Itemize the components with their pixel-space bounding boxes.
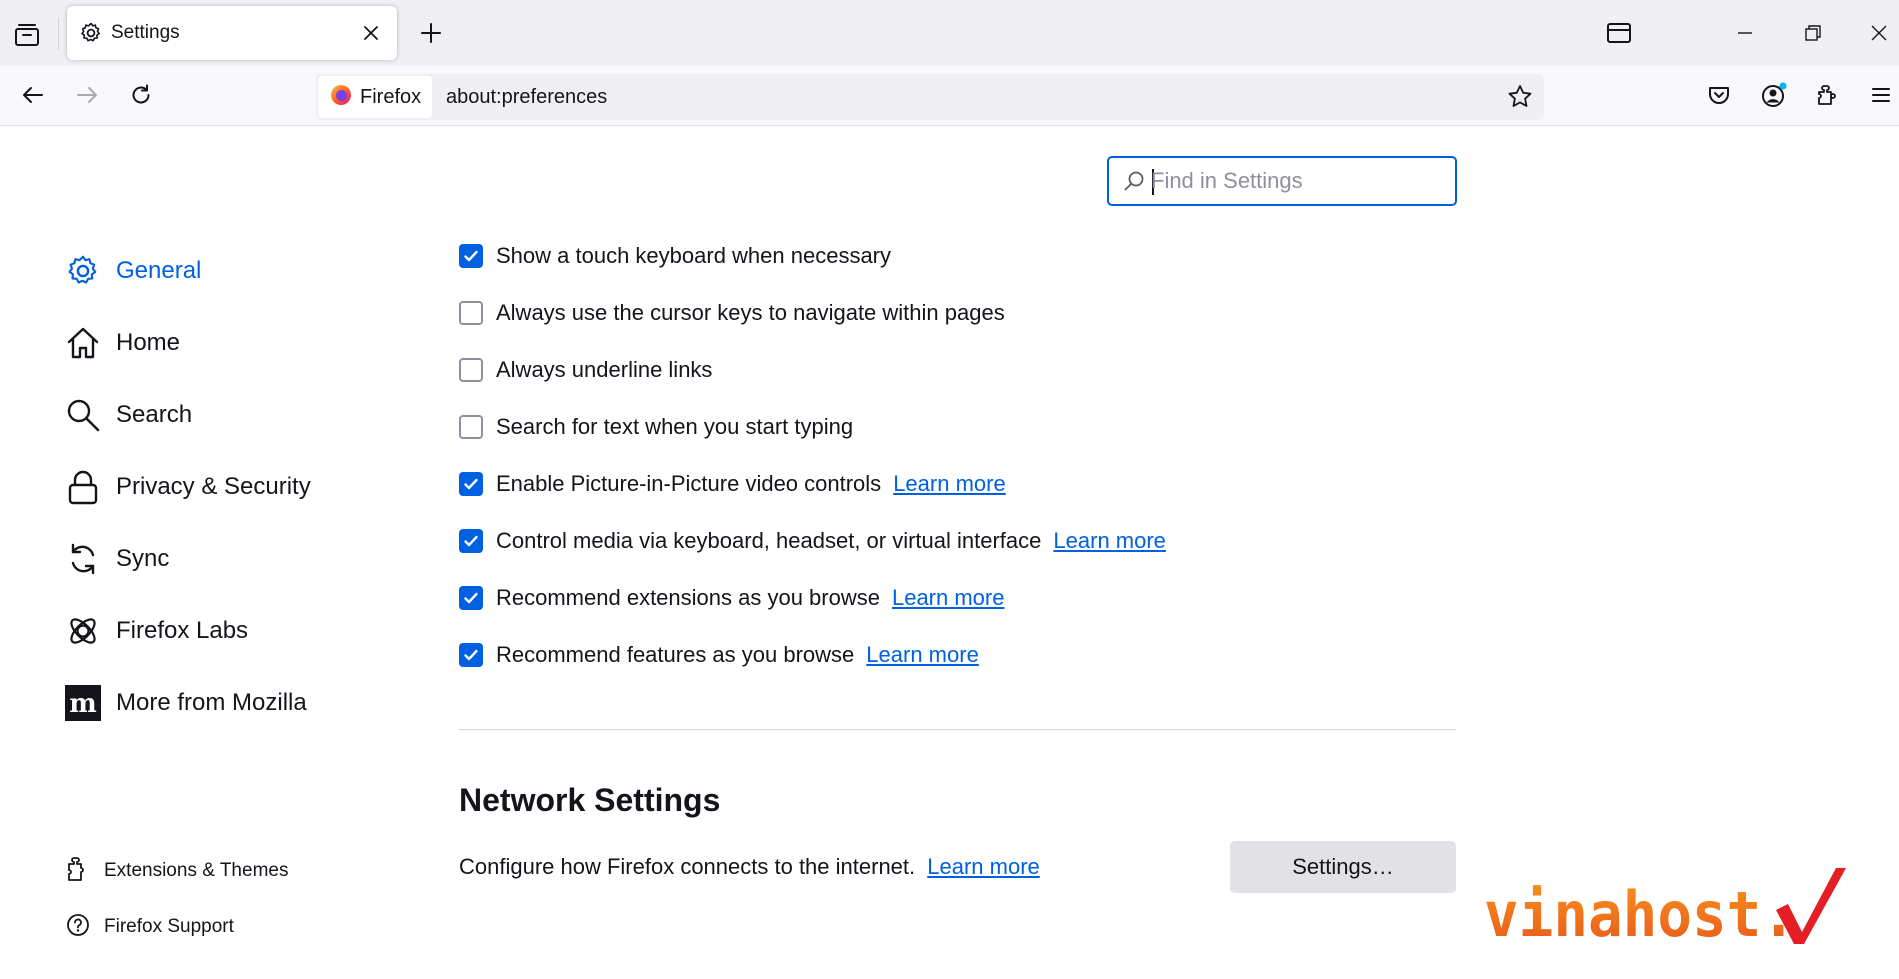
reload-icon[interactable]	[126, 80, 156, 110]
address-bar[interactable]: Firefox about:preferences	[316, 74, 1544, 120]
extensions-icon[interactable]	[1812, 80, 1842, 110]
tab-strip: Settings	[0, 0, 1899, 66]
url-text[interactable]: about:preferences	[446, 85, 607, 109]
sidebar-item-label: Home	[116, 329, 181, 356]
option-label: Control media via keyboard, headset, or …	[496, 528, 1042, 553]
option-label: Recommend features as you browse	[496, 642, 855, 667]
help-icon	[66, 913, 90, 942]
learn-more-link[interactable]: Learn more	[866, 642, 979, 668]
search-icon	[1123, 170, 1145, 192]
search-icon	[64, 396, 102, 434]
option-label: Always use the cursor keys to navigate w…	[496, 300, 1005, 325]
identity-box[interactable]: Firefox	[318, 76, 432, 118]
option-recommend-extensions[interactable]: Recommend extensions as you browse Learn…	[459, 583, 1004, 613]
pocket-icon[interactable]	[1704, 80, 1734, 110]
search-input[interactable]	[1151, 166, 1441, 196]
checkbox-unchecked[interactable]	[459, 301, 483, 325]
network-learn-more-link[interactable]: Learn more	[927, 854, 1040, 879]
close-tab-icon[interactable]	[359, 21, 383, 45]
checkbox-unchecked[interactable]	[459, 415, 483, 439]
tab-title: Settings	[111, 22, 180, 43]
tab-separator	[58, 18, 59, 50]
option-label: Search for text when you start typing	[496, 414, 854, 439]
checkbox-checked[interactable]	[459, 586, 483, 610]
close-window-icon[interactable]	[1864, 18, 1894, 48]
sidebar-item-home[interactable]: Home	[64, 321, 180, 365]
firefox-logo-icon	[330, 84, 352, 111]
option-underline-links[interactable]: Always underline links	[459, 355, 712, 385]
home-icon	[64, 324, 102, 362]
sidebar-item-more-from-mozilla[interactable]: m More from Mozilla	[64, 681, 307, 725]
option-label: Show a touch keyboard when necessary	[496, 243, 892, 268]
back-icon[interactable]	[18, 80, 48, 110]
learn-more-link[interactable]: Learn more	[893, 471, 1006, 497]
find-in-settings-field[interactable]	[1107, 156, 1457, 206]
tab-list-icon[interactable]	[10, 20, 44, 50]
checkbox-checked[interactable]	[459, 472, 483, 496]
restore-icon[interactable]	[1798, 18, 1828, 48]
checkbox-checked[interactable]	[459, 244, 483, 268]
option-label: Always underline links	[496, 357, 713, 382]
network-settings-heading: Network Settings	[459, 782, 721, 818]
bookmark-star-icon[interactable]	[1506, 83, 1534, 111]
learn-more-link[interactable]: Learn more	[1053, 528, 1166, 554]
sidebar-footer-label: Firefox Support	[104, 916, 234, 937]
firefox-view-icon[interactable]	[1604, 18, 1634, 48]
option-label: Recommend extensions as you browse	[496, 585, 880, 610]
sidebar-item-general[interactable]: General	[64, 249, 201, 293]
sidebar-item-label: Search	[116, 401, 193, 428]
sidebar-item-sync[interactable]: Sync	[64, 537, 169, 581]
lock-icon	[64, 468, 102, 506]
sidebar-footer-label: Extensions & Themes	[104, 860, 289, 881]
sidebar-item-privacy-security[interactable]: Privacy & Security	[64, 465, 311, 509]
sidebar-item-label: More from Mozilla	[116, 689, 307, 716]
sidebar-item-firefox-labs[interactable]: Firefox Labs	[64, 609, 248, 653]
new-tab-icon[interactable]	[418, 20, 444, 46]
sidebar-extensions-themes[interactable]: Extensions & Themes	[66, 855, 288, 887]
sidebar-item-label: General	[116, 257, 202, 284]
option-search-typing[interactable]: Search for text when you start typing	[459, 412, 853, 442]
learn-more-link[interactable]: Learn more	[892, 585, 1005, 611]
sidebar-item-label: Firefox Labs	[116, 617, 249, 644]
gear-icon	[64, 252, 102, 290]
option-media-control[interactable]: Control media via keyboard, headset, or …	[459, 526, 1166, 556]
puzzle-icon	[66, 856, 90, 887]
svg-text:m: m	[69, 689, 97, 719]
network-settings-button[interactable]: Settings…	[1230, 841, 1456, 893]
network-description: Configure how Firefox connects to the in…	[459, 854, 1040, 880]
checkbox-checked[interactable]	[459, 529, 483, 553]
option-recommend-features[interactable]: Recommend features as you browse Learn m…	[459, 640, 979, 670]
sidebar-item-search[interactable]: Search	[64, 393, 192, 437]
minimize-icon[interactable]	[1730, 18, 1760, 48]
option-label: Enable Picture-in-Picture video controls	[496, 471, 882, 496]
menu-icon[interactable]	[1866, 80, 1896, 110]
network-description-text: Configure how Firefox connects to the in…	[459, 854, 916, 879]
sidebar-firefox-support[interactable]: Firefox Support	[66, 911, 234, 943]
option-cursor-keys[interactable]: Always use the cursor keys to navigate w…	[459, 298, 1005, 328]
checkbox-checked[interactable]	[459, 643, 483, 667]
tab-settings[interactable]: Settings	[67, 6, 397, 60]
section-divider	[459, 729, 1456, 730]
mozilla-icon: m	[64, 684, 102, 722]
option-touch-keyboard[interactable]: Show a touch keyboard when necessary	[459, 241, 891, 271]
sync-icon	[64, 540, 102, 578]
nav-bar: Firefox about:preferences	[0, 66, 1899, 126]
identity-label: Firefox	[360, 85, 422, 108]
option-picture-in-picture[interactable]: Enable Picture-in-Picture video controls…	[459, 469, 1006, 499]
svg-text:vinahost.: vinahost.	[1484, 878, 1796, 944]
sidebar-item-label: Sync	[116, 545, 170, 572]
labs-icon	[64, 612, 102, 650]
sidebar-item-label: Privacy & Security	[116, 473, 311, 500]
vinahost-watermark-logo: vinahost.	[1484, 864, 1856, 951]
account-icon[interactable]	[1759, 80, 1789, 110]
forward-icon[interactable]	[72, 80, 102, 110]
checkbox-unchecked[interactable]	[459, 358, 483, 382]
gear-icon	[79, 21, 103, 45]
